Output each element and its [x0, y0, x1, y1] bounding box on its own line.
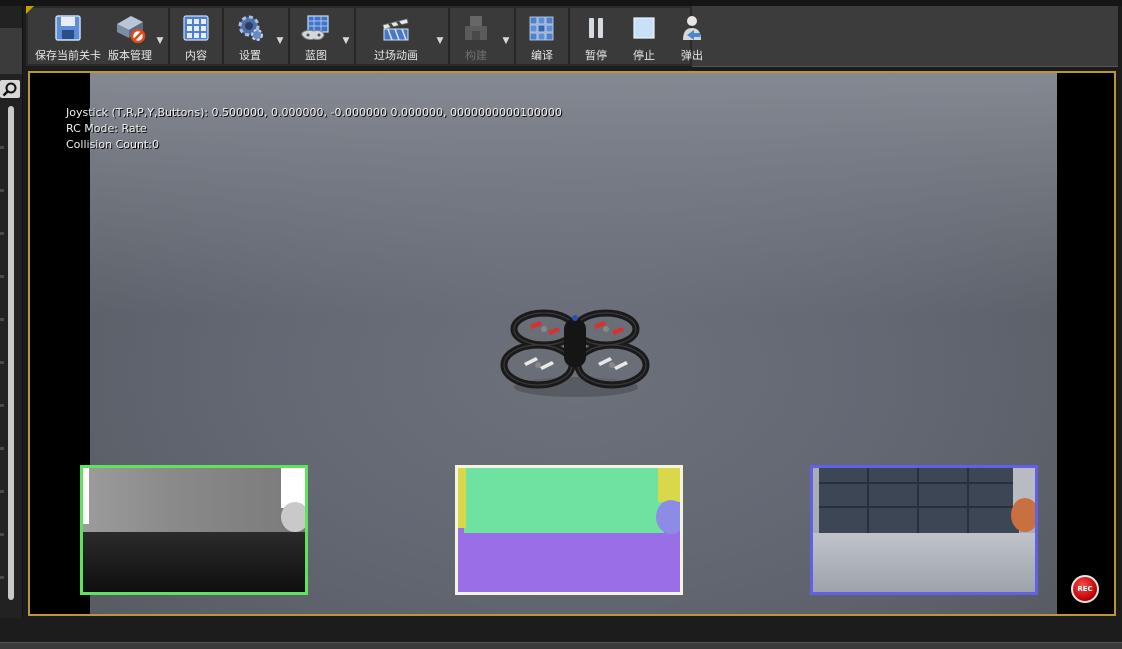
rc-mode-readout: RC Mode: Rate	[66, 122, 147, 135]
pause-icon	[579, 12, 613, 44]
segmentation-sphere	[656, 500, 680, 534]
compile-label: 编译	[531, 49, 553, 62]
level-viewport[interactable]: Joystick (T,R,P,Y,Buttons): 0.500000, 0.…	[28, 71, 1116, 616]
scene-floor	[813, 533, 1035, 592]
depth-floor-region	[83, 532, 305, 592]
source-control-icon	[113, 12, 147, 44]
search-icon[interactable]	[0, 80, 20, 98]
build-dropdown-chevron-down-icon[interactable]: ▼	[500, 8, 512, 64]
blueprints-dropdown-chevron-down-icon[interactable]: ▼	[340, 8, 352, 64]
cinematics-label: 过场动画	[374, 49, 418, 62]
record-label: REC	[1077, 585, 1093, 593]
toolbar-empty-area	[692, 6, 1118, 67]
stop-icon	[627, 12, 661, 44]
toolbar-group-cinematics: 过场动画 ▼	[356, 8, 450, 64]
segmentation-right-object	[658, 468, 680, 502]
build-label: 构建	[465, 49, 487, 62]
source-control-dropdown-chevron-down-icon[interactable]: ▼	[154, 8, 166, 64]
eject-icon	[675, 12, 709, 44]
segmentation-left-object	[458, 468, 466, 528]
blueprints-label: 蓝图	[305, 49, 327, 62]
source-control-button[interactable]: 版本管理	[106, 8, 154, 64]
left-panel-header	[0, 28, 22, 74]
depth-far-region	[83, 468, 305, 532]
record-button[interactable]: REC	[1071, 575, 1099, 603]
settings-dropdown-chevron-down-icon[interactable]: ▼	[274, 8, 286, 64]
save-icon	[51, 12, 85, 44]
cinematics-icon	[379, 12, 413, 44]
left-panel-scrollbar[interactable]	[8, 106, 14, 600]
toolbar-group-build: 构建 ▼	[450, 8, 516, 64]
toolbar-group-settings: 设置 ▼	[224, 8, 290, 64]
blueprints-button[interactable]: 蓝图	[292, 8, 340, 64]
pause-label: 暂停	[585, 49, 607, 62]
content-button[interactable]: 内容	[172, 8, 220, 64]
settings-label: 设置	[239, 49, 261, 62]
depth-sphere	[281, 502, 305, 532]
compile-button[interactable]: 编译	[518, 8, 566, 64]
segmentation-wall-region	[464, 468, 664, 533]
collision-count-readout: Collision Count:0	[66, 138, 159, 151]
settings-icon	[233, 12, 267, 44]
stop-label: 停止	[633, 49, 655, 62]
toolbar-group-blueprints: 蓝图 ▼	[290, 8, 356, 64]
settings-button[interactable]: 设置	[226, 8, 274, 64]
save-current-level-button[interactable]: 保存当前关卡	[30, 8, 106, 64]
segmentation-view	[455, 465, 683, 595]
eject-label: 弹出	[681, 49, 703, 62]
content-label: 内容	[185, 49, 207, 62]
joystick-readout: Joystick (T,R,P,Y,Buttons): 0.500000, 0.…	[66, 106, 562, 119]
source-control-label: 版本管理	[108, 49, 152, 62]
toolbar-group-content: 内容	[170, 8, 224, 64]
left-panel-list	[0, 106, 4, 606]
stop-button[interactable]: 停止	[620, 8, 668, 64]
content-icon	[179, 12, 213, 44]
build-icon	[459, 12, 493, 44]
toolbar-group-play: 暂停 停止 弹出	[570, 8, 718, 64]
toolbar-group-compile: 编译	[516, 8, 570, 64]
main-toolbar: 保存当前关卡 版本管理 ▼ 内容 设置 ▼ 蓝图 ▼ 过场动画 ▼ 构建 ▼ 编…	[26, 6, 703, 64]
cinematics-dropdown-chevron-down-icon[interactable]: ▼	[434, 8, 446, 64]
blueprint-icon	[299, 12, 333, 44]
cinematics-button[interactable]: 过场动画	[358, 8, 434, 64]
scene-view	[810, 465, 1038, 595]
scene-orange-ball	[1011, 498, 1035, 532]
build-button[interactable]: 构建	[452, 8, 500, 64]
depth-view	[80, 465, 308, 595]
compile-icon	[525, 12, 559, 44]
pause-button[interactable]: 暂停	[572, 8, 620, 64]
left-side-panel	[0, 6, 23, 618]
scene-wall-panels	[819, 468, 1019, 533]
toolbar-group-file: 保存当前关卡 版本管理 ▼	[28, 8, 170, 64]
eject-button[interactable]: 弹出	[668, 8, 716, 64]
depth-left-highlight	[83, 468, 89, 524]
quadcopter-drone	[500, 305, 650, 405]
save-current-level-label: 保存当前关卡	[35, 49, 101, 62]
